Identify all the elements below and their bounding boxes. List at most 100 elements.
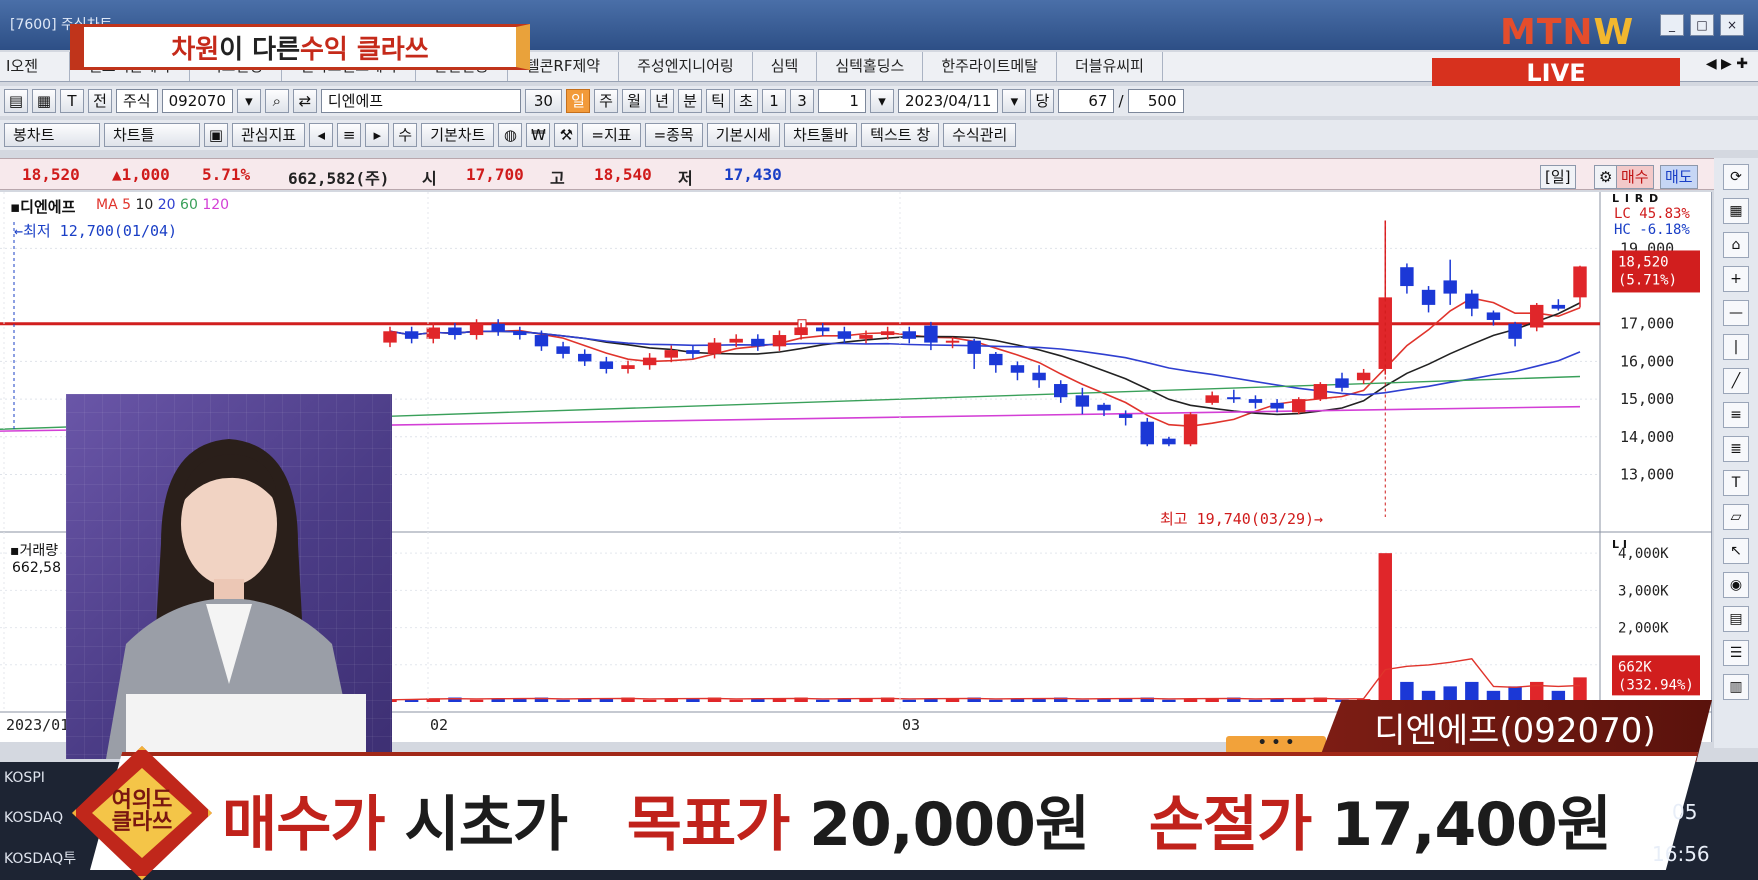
stock-code-input[interactable]: 092070 bbox=[161, 89, 233, 113]
swap-icon[interactable]: ⇄ bbox=[292, 89, 317, 113]
count-badge[interactable]: 30 bbox=[524, 89, 562, 113]
wrench-icon[interactable]: ⚒ bbox=[554, 123, 579, 147]
settings-icon[interactable]: ⚙ bbox=[1594, 165, 1618, 189]
page-b[interactable]: 3 bbox=[789, 89, 814, 113]
tab-stock[interactable]: 심텍 bbox=[753, 52, 818, 81]
period-year[interactable]: 년 bbox=[649, 89, 674, 113]
menu-icon[interactable]: ≡ bbox=[337, 123, 362, 147]
minimize-button[interactable]: _ bbox=[1660, 14, 1684, 36]
text-icon[interactable]: T bbox=[60, 89, 84, 113]
basic-chart-button[interactable]: 기본차트 bbox=[421, 123, 495, 147]
text-tool-icon[interactable]: T bbox=[1723, 470, 1749, 496]
period-month[interactable]: 월 bbox=[621, 89, 646, 113]
next-icon[interactable]: ▸ bbox=[365, 123, 390, 147]
date-input[interactable]: 2023/04/11 bbox=[897, 89, 999, 113]
presenter-video bbox=[66, 394, 392, 759]
home-icon[interactable]: ⌂ bbox=[1723, 232, 1749, 258]
right-tool-palette: ⟳ ▦ ⌂ + — | ╱ ≡ ≣ T ▱ ↖ ◉ ▤ ☰ ▥ bbox=[1714, 158, 1758, 748]
interval-input[interactable]: 1 bbox=[817, 89, 866, 113]
grid-tool-icon[interactable]: ▤ bbox=[1723, 606, 1749, 632]
maximize-button[interactable]: □ bbox=[1690, 14, 1714, 36]
formula-button[interactable]: 수 bbox=[393, 123, 418, 147]
tab-stock[interactable]: 주성엔지니어링 bbox=[619, 52, 753, 81]
volume-current-pct: (332.94%) bbox=[1618, 677, 1694, 693]
dropdown-icon[interactable]: ▾ bbox=[236, 89, 261, 113]
period-tick[interactable]: 틱 bbox=[705, 89, 730, 113]
volume-panel-value: 662,58 bbox=[12, 560, 61, 576]
date-dropdown-icon[interactable]: ▾ bbox=[1002, 89, 1027, 113]
candle-body bbox=[1486, 312, 1501, 320]
trendline-icon[interactable]: ╱ bbox=[1723, 368, 1749, 394]
tab-stock[interactable]: 심텍홀딩스 bbox=[817, 52, 924, 81]
period-minute[interactable]: 분 bbox=[677, 89, 702, 113]
period-indicator[interactable]: [일] bbox=[1540, 165, 1576, 189]
interval-dropdown-icon[interactable]: ▾ bbox=[869, 89, 894, 113]
tab-stock[interactable]: 더블유씨피 bbox=[1057, 52, 1163, 81]
horizontal-line-icon[interactable]: — bbox=[1723, 300, 1749, 326]
candle-body bbox=[902, 331, 916, 339]
candle-body bbox=[642, 357, 657, 366]
banner-text-3: 수익 클라쓰 bbox=[300, 34, 429, 65]
tab-scroll-arrows[interactable]: ◀ ▶ ✚ bbox=[1706, 56, 1748, 72]
sell-button[interactable]: 매도 bbox=[1660, 165, 1698, 189]
volume-bar bbox=[642, 699, 657, 702]
live-badge: LIVE bbox=[1432, 58, 1680, 88]
volume-bar bbox=[1097, 699, 1111, 702]
buy-button[interactable]: 매수 bbox=[1616, 165, 1654, 189]
shape-icon[interactable]: ▱ bbox=[1723, 504, 1749, 530]
basic-quote-button[interactable]: 기본시세 bbox=[706, 123, 780, 147]
candle-body bbox=[1140, 421, 1154, 445]
stop-loss-value: 17,400원 bbox=[1331, 790, 1612, 860]
grid-icon[interactable]: ▦ bbox=[32, 89, 56, 113]
period-second[interactable]: 초 bbox=[733, 89, 758, 113]
table-icon[interactable]: ☰ bbox=[1723, 640, 1749, 666]
candle-body bbox=[1421, 289, 1436, 305]
program-badge-text: 여의도 클라쓰 bbox=[111, 788, 173, 835]
page-a[interactable]: 1 bbox=[761, 89, 786, 113]
vertical-line-icon[interactable]: | bbox=[1723, 334, 1749, 360]
trade-plan-text: 매수가 시초가 목표가 20,000원 손절가 17,400원 bbox=[222, 776, 1612, 863]
chart-frame-select[interactable]: 차트틀 bbox=[104, 123, 200, 147]
ma-60-label: 60 bbox=[180, 197, 198, 213]
pointer-icon[interactable]: ↖ bbox=[1723, 538, 1749, 564]
currency-button[interactable]: ₩ bbox=[526, 123, 551, 147]
tab-stock[interactable]: I오젠 bbox=[0, 52, 70, 81]
view-count-input[interactable]: 67 bbox=[1058, 89, 1115, 113]
interest-indicator-button[interactable]: 관심지표 bbox=[232, 123, 306, 147]
y-tick-label: 15,000 bbox=[1620, 390, 1674, 408]
list-icon[interactable]: ▥ bbox=[1723, 674, 1749, 700]
refresh-icon[interactable]: ⟳ bbox=[1723, 164, 1749, 190]
all-button[interactable]: 전 bbox=[88, 89, 112, 113]
total-count-input[interactable]: 500 bbox=[1127, 89, 1184, 113]
palette-icon[interactable]: ◍ bbox=[498, 123, 523, 147]
formula-manage-button[interactable]: 수식관리 bbox=[943, 123, 1017, 147]
layout-icon[interactable]: ▦ bbox=[1723, 198, 1749, 224]
asset-type-select[interactable]: 주식 bbox=[116, 89, 158, 113]
prev-icon[interactable]: ◂ bbox=[309, 123, 334, 147]
hc-label: HC -6.18% bbox=[1614, 222, 1690, 238]
tab-stock[interactable]: 한주라이트메탈 bbox=[923, 52, 1057, 81]
channel-icon[interactable]: ≡ bbox=[1723, 402, 1749, 428]
fibonacci-icon[interactable]: ≣ bbox=[1723, 436, 1749, 462]
save-icon[interactable]: ▣ bbox=[204, 123, 228, 147]
period-day[interactable]: 일 bbox=[565, 89, 590, 113]
candle-body bbox=[924, 325, 938, 343]
layout-icon[interactable]: ▤ bbox=[4, 89, 28, 113]
candle-body bbox=[772, 335, 787, 347]
chart-toolbar-bottom: 봉차트 차트틀 ▣ 관심지표 ◂ ≡ ▸ 수 기본차트 ◍ ₩ ⚒ =지표 =종… bbox=[0, 120, 1758, 150]
target-price-value: 20,000원 bbox=[809, 790, 1090, 860]
candle-chart-select[interactable]: 봉차트 bbox=[4, 123, 100, 147]
indicator-button[interactable]: =지표 bbox=[582, 123, 641, 147]
period-week[interactable]: 주 bbox=[593, 89, 618, 113]
magnet-icon[interactable]: ◉ bbox=[1723, 572, 1749, 598]
market-kosdaq-investor[interactable]: KOSDAQ투 bbox=[4, 848, 76, 868]
market-kosdaq[interactable]: KOSDAQ bbox=[4, 810, 63, 826]
crosshair-icon[interactable]: + bbox=[1723, 266, 1749, 292]
symbol-button[interactable]: =종목 bbox=[644, 123, 703, 147]
close-button[interactable]: × bbox=[1720, 14, 1744, 36]
chart-toolbar-button[interactable]: 차트툴바 bbox=[783, 123, 858, 147]
market-kospi[interactable]: KOSPI bbox=[4, 770, 45, 786]
volume-panel-title: ▪거래량 bbox=[10, 543, 59, 559]
search-icon[interactable]: ⌕ bbox=[264, 89, 289, 113]
text-window-button[interactable]: 텍스트 창 bbox=[861, 123, 940, 147]
